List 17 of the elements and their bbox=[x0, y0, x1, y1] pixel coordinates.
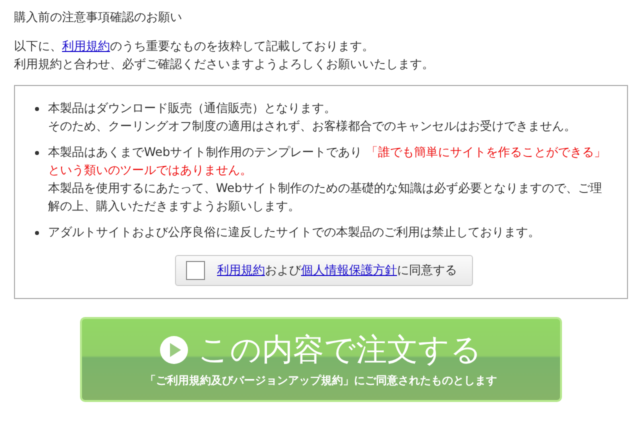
intro-text: 利用規約と合わせ、必ずご確認くださいますようよろしくお願いいたします。 bbox=[14, 56, 435, 73]
play-icon bbox=[160, 336, 188, 364]
link[interactable]: 利用規約 bbox=[62, 39, 110, 53]
notice-text: アダルトサイトおよび公序良俗に違反したサイトでの本製品のご利用は禁止しております。 bbox=[48, 224, 540, 241]
intro-text: 以下に、利用規約のうち重要なものを抜粋して記載しております。 bbox=[14, 38, 375, 55]
notice-text: 本製品を使用するにあたって、Webサイト制作のための基礎的な知識は必ず必要となりますので、ご理解の上、購入いただきますようお願いします。 bbox=[48, 180, 604, 215]
bullet-icon bbox=[35, 107, 39, 111]
notice-text: そのため、クーリングオフ制度の適用はされず、お客様都合でのキャンセルはお受けできません。 bbox=[48, 118, 576, 135]
page-heading: 購入前の注意事項確認のお願い bbox=[14, 9, 183, 25]
checkbox[interactable] bbox=[186, 261, 205, 280]
notice-text: 本製品はあくまでWebサイト制作用のテンプレートであり 「誰でも簡単にサイトを作ることができる」という類いのツールではありません。 bbox=[48, 144, 607, 179]
bullet-icon bbox=[35, 151, 39, 155]
link[interactable]: 利用規約 bbox=[217, 263, 265, 277]
bullet-icon bbox=[35, 231, 39, 235]
link[interactable]: 個人情報保護方針 bbox=[301, 263, 397, 277]
agreement-text: 利用規約および個人情報保護方針に同意する bbox=[217, 262, 457, 279]
notice-text: 本製品はダウンロード販売（通信販売）となります。 bbox=[48, 100, 337, 117]
